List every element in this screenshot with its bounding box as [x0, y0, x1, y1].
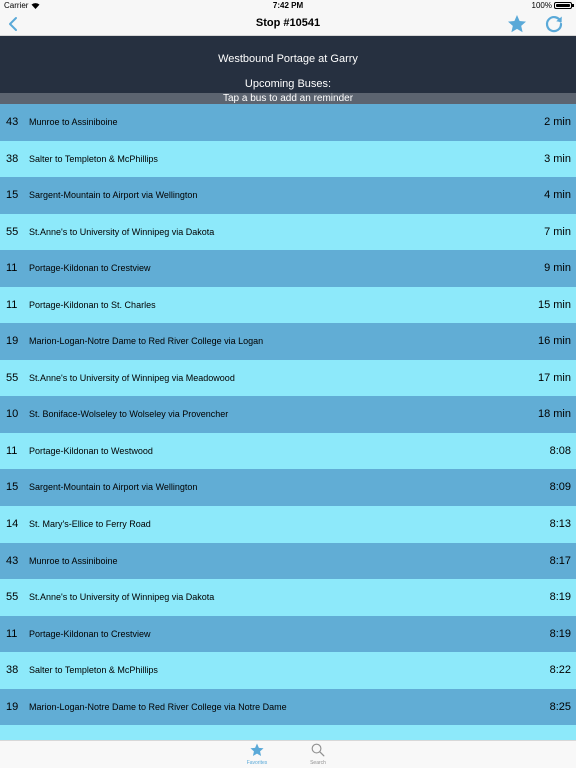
status-time: 7:42 PM [272, 1, 304, 10]
bus-route: St. Mary's-Ellice to Ferry Road [29, 519, 151, 530]
bus-row[interactable]: 43 Munroe to Assiniboine 8:17 [0, 542, 576, 580]
bus-number: 11 [6, 262, 18, 275]
bus-number: 15 [6, 481, 19, 494]
bus-route: Sargent-Mountain to Airport via Wellingt… [29, 190, 198, 201]
tab-favorites-label: Favorites [246, 760, 268, 766]
bus-list[interactable]: 43 Munroe to Assiniboine 2 min 38 Salter to… [0, 104, 576, 740]
bus-row-partial[interactable] [0, 725, 576, 740]
bus-number: 15 [6, 189, 19, 202]
bus-route: Munroe to Assiniboine [29, 117, 118, 127]
bus-number: 55 [6, 225, 19, 238]
bus-route: Portage-Kildonan to Crestview [29, 263, 151, 274]
bus-number: 11 [6, 298, 18, 311]
bus-arrival-time: 8:19 [549, 627, 571, 640]
bus-arrival-time: 8:22 [549, 664, 571, 677]
bus-row[interactable]: 38 Salter to Templeton & McPhillips 8:22 [0, 652, 576, 689]
bus-route: Marion-Logan-Notre Dame to Red River Col… [29, 701, 287, 712]
bus-arrival-time: 8:19 [549, 591, 571, 604]
battery-icon [554, 2, 574, 9]
stop-header: Westbound Portage at Garry Upcoming Buse… [0, 36, 576, 93]
tab-favorites[interactable]: Favorites [237, 741, 277, 769]
bus-number: 43 [6, 116, 19, 128]
bus-number: 11 [6, 627, 18, 640]
bus-route: Marion-Logan-Notre Dame to Red River Col… [29, 336, 264, 347]
bus-route: Sargent-Mountain to Airport via Wellingt… [29, 482, 198, 493]
bus-arrival-time: 8:13 [549, 518, 571, 531]
bus-row[interactable]: 15 Sargent-Mountain to Airport via Wellin… [0, 469, 576, 507]
tab-search-label: Search [310, 760, 326, 766]
bus-row[interactable]: 55 St.Anne's to University of Winnipeg vi… [0, 213, 576, 251]
bus-route: Salter to Templeton & McPhillips [29, 153, 158, 164]
bus-route: Portage-Kildonan to St. Charles [29, 299, 156, 310]
bus-row[interactable]: 38 Salter to Templeton & McPhillips 3 min [0, 140, 576, 178]
tab-bar: Favorites Search [0, 740, 576, 768]
bus-number: 10 [6, 408, 19, 421]
bus-arrival-time: 7 min [544, 225, 571, 238]
bus-arrival-time: 18 min [537, 408, 571, 421]
reminder-hint: Tap a bus to add an reminder [0, 93, 576, 104]
bus-row[interactable]: 43 Munroe to Assiniboine 2 min [0, 104, 576, 141]
bus-row[interactable]: 19 Marion-Logan-Notre Dame to Red River C… [0, 688, 576, 726]
tab-search[interactable]: Search [298, 741, 338, 769]
bus-number: 55 [6, 371, 19, 384]
upcoming-buses-label: Upcoming Buses: [244, 78, 332, 90]
star-icon [250, 743, 264, 756]
bus-route: St.Anne's to University of Winnipeg via … [29, 372, 235, 383]
bus-number: 43 [6, 554, 19, 567]
bus-row[interactable]: 55 St.Anne's to University of Winnipeg vi… [0, 359, 576, 397]
bus-number: 38 [6, 152, 19, 165]
bus-arrival-time: 2 min [544, 116, 571, 128]
bus-arrival-time: 8:08 [549, 444, 571, 457]
bus-arrival-time: 8:17 [549, 554, 571, 567]
status-bar: Carrier 7:42 PM 100% [0, 0, 576, 12]
bus-row[interactable]: 11 Portage-Kildonan to Crestview 8:19 [0, 615, 576, 653]
bus-arrival-time: 17 min [537, 371, 571, 384]
bus-row[interactable]: 55 St.Anne's to University of Winnipeg vi… [0, 579, 576, 616]
bus-arrival-time: 16 min [537, 335, 571, 348]
favorite-button[interactable] [506, 13, 528, 35]
bus-arrival-time: 4 min [544, 189, 571, 202]
battery-percent: 100% [531, 1, 552, 10]
refresh-button[interactable] [543, 13, 565, 35]
bus-route: Portage-Kildonan to Westwood [29, 445, 153, 456]
star-icon [508, 15, 526, 33]
bus-route: St.Anne's to University of Winnipeg via … [29, 226, 215, 237]
bus-arrival-time: 8:09 [549, 481, 571, 494]
bus-arrival-time: 8:25 [549, 700, 571, 713]
stop-name: Westbound Portage at Garry [218, 53, 358, 65]
bus-arrival-time: 15 min [537, 298, 571, 311]
bus-row[interactable]: 11 Portage-Kildonan to St. Charles 15 min [0, 286, 576, 324]
bus-row[interactable]: 11 Portage-Kildonan to Westwood 8:08 [0, 432, 576, 470]
refresh-icon [545, 16, 563, 33]
bus-number: 55 [6, 591, 19, 604]
bus-row[interactable]: 19 Marion-Logan-Notre Dame to Red River C… [0, 323, 576, 360]
bus-number: 14 [6, 518, 19, 531]
bus-number: 19 [6, 700, 19, 713]
bus-route: Munroe to Assiniboine [29, 555, 118, 566]
bus-route: St.Anne's to University of Winnipeg via … [29, 592, 215, 603]
bus-number: 38 [6, 664, 19, 677]
navigation-bar: Stop #10541 [0, 12, 576, 36]
bus-number: 11 [6, 444, 18, 457]
bus-arrival-time: 3 min [544, 152, 571, 165]
battery-indicator: 100% [531, 1, 574, 11]
bus-arrival-time: 9 min [544, 262, 571, 275]
bus-row[interactable]: 15 Sargent-Mountain to Airport via Wellin… [0, 177, 576, 214]
bus-row[interactable]: 10 St. Boniface-Wolseley to Wolseley via … [0, 396, 576, 433]
search-icon [311, 743, 325, 757]
page-title: Stop #10541 [255, 17, 321, 29]
bus-route: Salter to Templeton & McPhillips [29, 665, 158, 676]
bus-route: St. Boniface-Wolseley to Wolseley via Pr… [29, 409, 229, 420]
bus-row[interactable]: 14 St. Mary's-Ellice to Ferry Road 8:13 [0, 506, 576, 543]
bus-row[interactable]: 11 Portage-Kildonan to Crestview 9 min [0, 250, 576, 287]
bus-route: Portage-Kildonan to Crestview [29, 628, 151, 639]
bus-number: 19 [6, 335, 19, 348]
